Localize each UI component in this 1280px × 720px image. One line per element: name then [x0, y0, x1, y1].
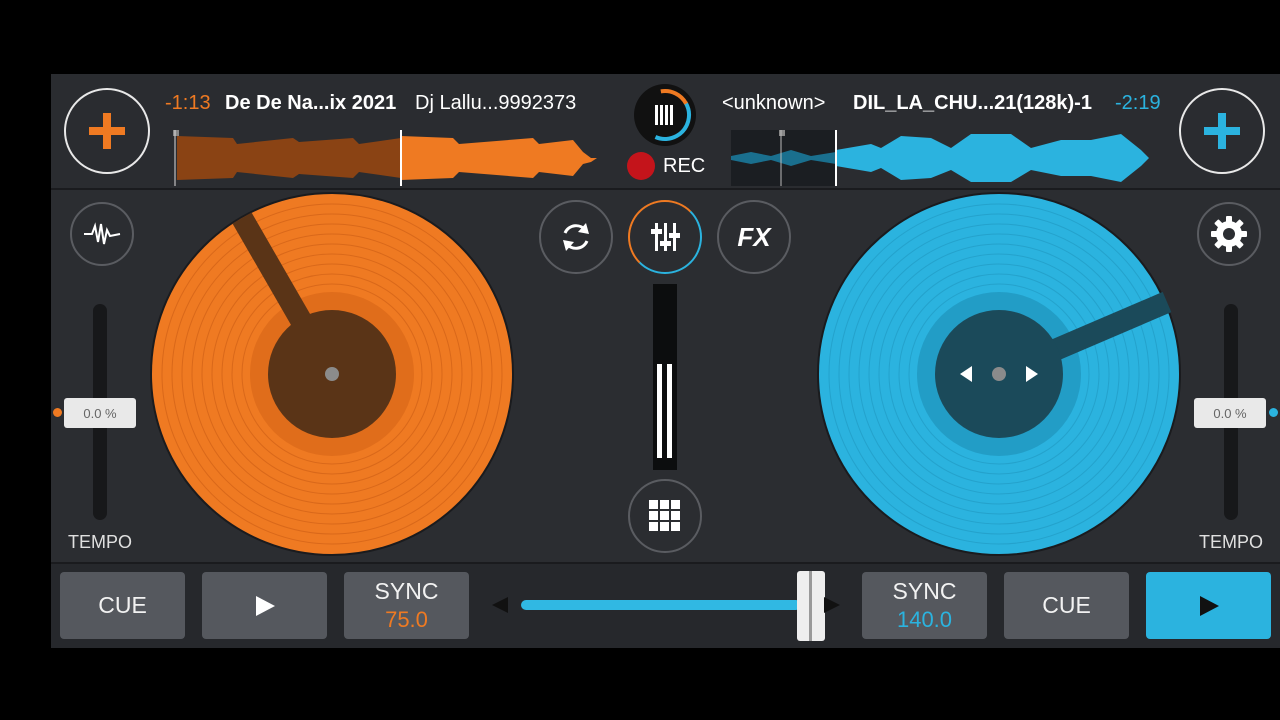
left-track-title: De De Na...ix 2021: [225, 92, 397, 114]
crossfader-right-arrow-icon[interactable]: [823, 596, 841, 614]
right-track-title: DIL_LA_CHU...21(128k)-1: [853, 92, 1092, 114]
bottom-bar: CUE SYNC 75.0 SYNC 140.0 CUE: [51, 562, 1280, 648]
plus-icon: [1204, 113, 1240, 149]
right-remaining-time: -2:19: [1115, 92, 1161, 114]
crossfader-track[interactable]: [521, 600, 801, 610]
waveform-icon: [84, 222, 121, 245]
left-track-artist: Dj Lallu...9992373: [415, 92, 577, 114]
settings-gear-icon: [1211, 216, 1247, 252]
mixer-icon: [651, 223, 680, 251]
volume-meter-right-level: [667, 364, 672, 458]
right-cue-button[interactable]: CUE: [1004, 572, 1129, 639]
left-tempo-indicator: [53, 408, 62, 417]
play-icon: [1199, 595, 1219, 616]
crossfader-handle[interactable]: [797, 571, 825, 641]
top-bar: -1:13 De De Na...ix 2021 Dj Lallu...9992…: [51, 74, 1280, 190]
right-cue-label: CUE: [1042, 592, 1091, 618]
left-turntable[interactable]: [150, 192, 514, 556]
right-turntable[interactable]: [817, 192, 1181, 556]
right-tempo-indicator: [1269, 408, 1278, 417]
fx-icon: FX: [737, 221, 771, 252]
left-tempo-handle[interactable]: 0.0 %: [64, 398, 136, 428]
add-track-left-button[interactable]: [64, 88, 150, 174]
right-waveform[interactable]: [731, 130, 1151, 186]
crossfader-left-arrow-icon[interactable]: [491, 596, 509, 614]
left-sync-button[interactable]: SYNC 75.0: [344, 572, 469, 639]
waveform-view-button[interactable]: [70, 202, 134, 266]
left-remaining-time: -1:13: [165, 92, 211, 114]
add-track-right-button[interactable]: [1179, 88, 1265, 174]
right-track-artist: <unknown>: [722, 92, 826, 114]
left-play-button[interactable]: [202, 572, 327, 639]
left-bpm: 75.0: [385, 607, 428, 632]
left-waveform[interactable]: [173, 130, 603, 186]
app-logo-icon[interactable]: [634, 84, 696, 146]
settings-button[interactable]: [1197, 202, 1261, 266]
right-tempo-label: TEMPO: [1199, 532, 1264, 552]
record-icon: [627, 152, 655, 180]
pads-button[interactable]: [628, 479, 702, 553]
volume-meter-left-level: [657, 364, 662, 458]
sync-loop-icon: [563, 223, 589, 251]
play-icon: [255, 595, 275, 616]
fx-button[interactable]: FX: [717, 200, 791, 274]
mixer-button[interactable]: [628, 200, 702, 274]
pads-grid-icon: [649, 500, 680, 531]
left-tempo-label: TEMPO: [68, 532, 133, 552]
right-tempo-handle[interactable]: 0.0 %: [1194, 398, 1266, 428]
plus-icon: [89, 113, 125, 149]
right-sync-label: SYNC: [892, 578, 957, 604]
sync-loop-button[interactable]: [539, 200, 613, 274]
left-cue-label: CUE: [98, 592, 147, 618]
right-bpm: 140.0: [896, 607, 953, 632]
right-tempo-value: 0.0 %: [1213, 405, 1247, 421]
dj-app: -1:13 De De Na...ix 2021 Dj Lallu...9992…: [51, 74, 1280, 648]
left-tempo-value: 0.0 %: [83, 405, 117, 421]
record-label: REC: [663, 154, 706, 177]
volume-meter: [653, 284, 677, 470]
record-button[interactable]: REC: [627, 152, 705, 180]
right-sync-button[interactable]: SYNC 140.0: [862, 572, 987, 639]
right-play-button[interactable]: [1146, 572, 1271, 639]
left-sync-label: SYNC: [374, 578, 439, 604]
left-cue-button[interactable]: CUE: [60, 572, 185, 639]
